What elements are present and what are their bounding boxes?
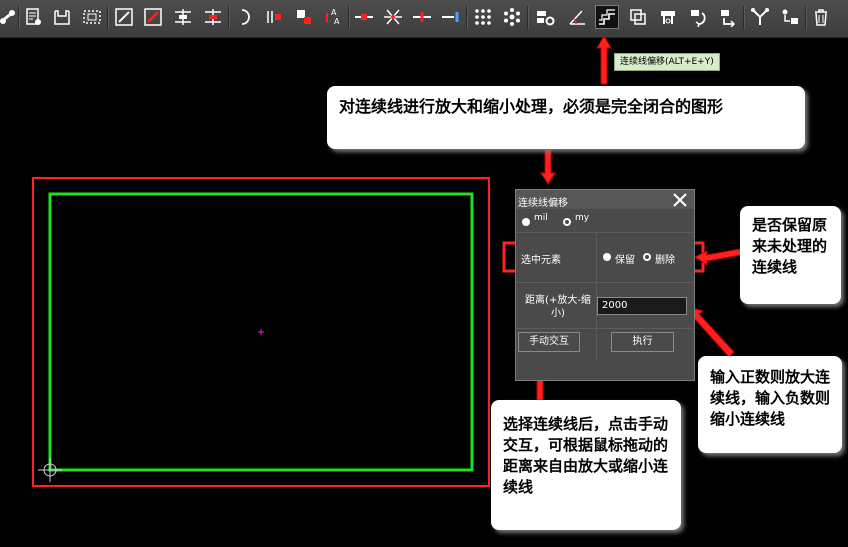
flow-icon[interactable] (778, 5, 802, 29)
dialog-title: 连续线偏移 (518, 198, 568, 209)
divider (516, 282, 694, 283)
execute-button[interactable]: 执行 (611, 332, 674, 352)
tooltip: 连续线偏移(ALT+E+Y) (614, 53, 720, 71)
edit-shape-icon[interactable] (112, 5, 136, 29)
callout-main: 对连续线进行放大和缩小处理，必须是完全闭合的图形 (327, 86, 805, 149)
unit-my-radio[interactable] (563, 218, 571, 226)
save-icon[interactable] (50, 5, 74, 29)
toolbar: AA (0, 0, 848, 38)
arrow-to-keep (694, 248, 742, 266)
svg-text:A: A (334, 17, 340, 26)
callout-input: 输入正数则放大连续线，输入负数则缩小连续线 (698, 356, 842, 453)
delete-label: 删除 (655, 255, 675, 266)
center-marker (258, 329, 264, 335)
tree-icon[interactable] (748, 5, 772, 29)
original-outline (48, 192, 474, 472)
unit-mil-label: mil (534, 213, 548, 223)
move-red-icon[interactable] (292, 5, 316, 29)
link-icon[interactable] (0, 5, 20, 29)
text-swap-icon[interactable]: AA (321, 5, 345, 29)
align-red-icon[interactable] (201, 5, 225, 29)
end-node-icon[interactable] (439, 5, 463, 29)
offset-outline (32, 177, 490, 487)
node-icon[interactable] (410, 5, 434, 29)
trim-icon[interactable] (262, 5, 286, 29)
selected-element-label: 选中元素 (521, 255, 561, 266)
copy-icon[interactable] (626, 5, 650, 29)
polyline-offset-icon[interactable] (595, 5, 619, 29)
divider (516, 232, 694, 233)
rotate-icon[interactable] (686, 5, 710, 29)
delete-icon[interactable] (809, 5, 833, 29)
distance-input[interactable]: 2000 (597, 297, 687, 315)
undo-arc-icon[interactable] (233, 5, 257, 29)
break-line-icon[interactable] (352, 5, 376, 29)
select-area-icon[interactable] (80, 5, 104, 29)
settings-component-icon[interactable] (533, 5, 557, 29)
angle-icon[interactable] (565, 5, 589, 29)
arrow-to-toolbar (596, 35, 612, 85)
callout-keep: 是否保留原来未处理的连续线 (740, 206, 841, 304)
component-icon[interactable] (656, 5, 680, 29)
distance-label: 距离(+放大-缩小) (525, 295, 591, 319)
dialog-titlebar: 连续线偏移 (516, 190, 694, 209)
keep-label: 保留 (615, 255, 635, 266)
divider (516, 328, 694, 329)
close-icon[interactable] (671, 191, 689, 209)
snowflake-icon[interactable] (500, 5, 524, 29)
keep-radio[interactable] (603, 253, 611, 261)
edit-shape-red-icon[interactable] (141, 5, 165, 29)
document-settings-icon[interactable] (22, 5, 46, 29)
mirror-icon[interactable] (716, 5, 740, 29)
dot-grid-icon[interactable] (471, 5, 495, 29)
delete-radio[interactable] (643, 253, 651, 261)
cross-icon[interactable] (381, 5, 405, 29)
unit-mil-radio[interactable] (522, 218, 530, 226)
align-icon[interactable] (171, 5, 195, 29)
unit-my-label: my (575, 213, 590, 223)
origin-marker (38, 458, 62, 482)
arrow-to-dialog (540, 149, 556, 185)
svg-text:A: A (331, 8, 337, 17)
manual-interaction-button[interactable]: 手动交互 (518, 332, 580, 352)
canvas-overlay (32, 35, 742, 487)
callout-interactive: 选择连续线后，点击手动交互，可根据鼠标拖动的距离来自由放大或缩小连续线 (491, 400, 681, 530)
